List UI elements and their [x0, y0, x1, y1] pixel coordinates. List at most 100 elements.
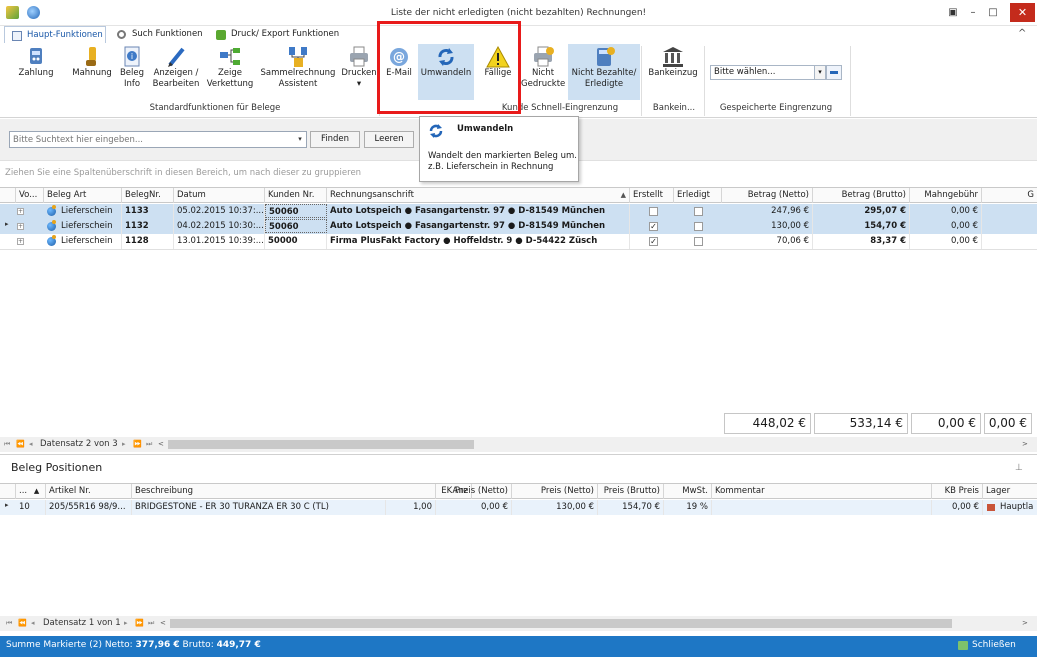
erledigt-checkbox[interactable] [694, 237, 703, 246]
current-row-icon: ▸ [5, 501, 9, 509]
column-header-kunden-nr[interactable]: Kunden Nr. [265, 188, 327, 203]
cell-kunden-nr[interactable]: 50060 [265, 204, 327, 218]
drucken-button[interactable]: Drucken ▾ [340, 44, 378, 100]
anzeigen-bearbeiten-button[interactable]: Anzeigen / Bearbeiten [150, 44, 202, 100]
tab-druck-export[interactable]: Druck/ Export Funktionen [209, 26, 345, 44]
next-page-icon[interactable]: ⏩ [133, 437, 142, 452]
tab-such-funktionen[interactable]: Such Funktionen [110, 26, 206, 44]
table-row[interactable]: + Lieferschein 1133 05.02.2015 10:37:...… [0, 204, 1037, 219]
prev-page-icon[interactable]: ⏪ [16, 437, 25, 452]
erstellt-checkbox[interactable] [649, 207, 658, 216]
finden-button[interactable]: Finden [310, 131, 360, 148]
table-row[interactable]: + Lieferschein 1128 13.01.2015 10:39:...… [0, 234, 1037, 249]
next-record-icon[interactable]: ▸ [122, 437, 126, 452]
column-header-g[interactable]: G [982, 188, 1037, 203]
column-header-betrag-netto[interactable]: Betrag (Netto) [722, 188, 813, 203]
sammelrechnung-assistent-button[interactable]: Sammelrechnung Assistent [258, 44, 338, 100]
table-row[interactable]: ▸ + Lieferschein 1132 04.02.2015 10:30:.… [0, 219, 1037, 234]
cell-betrag-netto: 70,06 € [722, 234, 813, 249]
tab-haupt-funktionen[interactable]: Haupt-Funktionen [4, 26, 106, 44]
group-caption-bank: Bankein... [652, 103, 696, 113]
chain-icon [218, 46, 242, 68]
column-header-rechnungsanschrift[interactable]: Rechnungsanschrift ▲ [327, 188, 630, 203]
erstellt-checkbox[interactable]: ✓ [649, 237, 658, 246]
column-header-lager[interactable]: Lager [983, 484, 1037, 499]
scroll-left-icon[interactable]: < [158, 437, 164, 452]
prev-record-icon[interactable]: ◂ [29, 437, 33, 452]
zeige-verkettung-button[interactable]: Zeige Verkettung [205, 44, 255, 100]
scroll-right-icon[interactable]: > [1022, 616, 1028, 631]
status-summary: Summe Markierte (2) Netto: 377,96 € Brut… [6, 640, 261, 650]
column-header-preis-brutto[interactable]: Preis (Brutto) [598, 484, 664, 499]
lieferschein-icon [47, 205, 56, 216]
pin-icon[interactable]: ⊥ [1015, 463, 1023, 473]
last-record-icon[interactable]: ⏭ [146, 437, 152, 452]
column-header-belegnr[interactable]: BelegNr. [122, 188, 174, 203]
svg-text:i: i [131, 52, 133, 61]
nicht-bezahlte-erledigte-button[interactable]: Nicht Bezahlte/ Erledigte [568, 44, 640, 100]
first-record-icon[interactable]: ⏮ [6, 616, 12, 631]
expand-icon[interactable]: + [17, 208, 24, 215]
group-separator [641, 46, 642, 116]
position-row[interactable]: ▸ 10 205/55R16 98/9... BRIDGESTONE - ER … [0, 500, 1037, 515]
tooltip-text: Wandelt den markierten Beleg um. z.B. Li… [428, 151, 577, 172]
erstellt-checkbox[interactable]: ✓ [649, 222, 658, 231]
leeren-button[interactable]: Leeren [364, 131, 414, 148]
tooltip-title: Umwandeln [457, 124, 514, 134]
cell-datum: 05.02.2015 10:37:... [174, 204, 265, 219]
close-window-button[interactable]: ✕ [1010, 3, 1035, 22]
column-header-erledigt[interactable]: Erledigt [674, 188, 722, 203]
column-header-artikel-nr[interactable]: Artikel Nr. [46, 484, 132, 499]
document-icon [12, 31, 22, 41]
scroll-left-icon[interactable]: < [160, 616, 166, 631]
column-header-betrag-brutto[interactable]: Betrag (Brutto) [813, 188, 910, 203]
expand-icon[interactable]: + [17, 238, 24, 245]
tooltip: Umwandeln Wandelt den markierten Beleg u… [419, 116, 579, 182]
status-bar: Summe Markierte (2) Netto: 377,96 € Brut… [0, 636, 1037, 657]
column-header-beleg-art[interactable]: Beleg Art [44, 188, 122, 203]
next-record-icon[interactable]: ▸ [124, 616, 128, 631]
column-header-vo[interactable]: Vo... [16, 188, 44, 203]
save-filter-button[interactable] [826, 65, 842, 80]
horizontal-scrollbar[interactable] [170, 619, 952, 628]
column-header-erstellt[interactable]: Erstellt [630, 188, 674, 203]
cell-beleg-art: Lieferschein [58, 204, 122, 219]
group-separator [850, 46, 851, 116]
chevron-down-icon[interactable]: ▾ [294, 132, 306, 147]
cell-beleg-art: Lieferschein [58, 234, 122, 249]
restore-icon[interactable]: ▣ [945, 6, 961, 19]
column-header-kb-preis[interactable]: KB Preis [932, 484, 983, 499]
cell-kunden-nr[interactable]: 50060 [265, 219, 327, 233]
column-header-mahngebuehr[interactable]: Mahngebühr [910, 188, 982, 203]
column-header-preis-netto[interactable]: Preis (Netto) [512, 484, 598, 499]
schliessen-button[interactable]: Schließen [972, 636, 1016, 655]
column-header-ek-preis[interactable]: EK Preis (Netto) [436, 484, 512, 499]
nicht-gedruckte-button[interactable]: Nicht Gedruckte [521, 44, 565, 100]
saved-filter-select[interactable]: Bitte wählen... ▾ [710, 65, 826, 80]
minimize-button[interactable]: – [965, 6, 981, 19]
first-record-icon[interactable]: ⏮ [4, 437, 10, 452]
search-input[interactable] [9, 131, 307, 148]
column-header-mwst[interactable]: MwSt. [664, 484, 712, 499]
column-header-kommentar[interactable]: Kommentar [712, 484, 932, 499]
tab-label: Such Funktionen [132, 29, 203, 39]
expand-icon[interactable]: + [17, 223, 24, 230]
prev-page-icon[interactable]: ⏪ [18, 616, 27, 631]
last-record-icon[interactable]: ⏭ [148, 616, 154, 631]
scroll-right-icon[interactable]: > [1022, 437, 1028, 452]
prev-record-icon[interactable]: ◂ [31, 616, 35, 631]
mahnung-button[interactable]: Mahnung [70, 44, 114, 100]
next-page-icon[interactable]: ⏩ [135, 616, 144, 631]
cell-betrag-brutto: 83,37 € [813, 234, 910, 249]
erledigt-checkbox[interactable] [694, 207, 703, 216]
column-header-datum[interactable]: Datum [174, 188, 265, 203]
column-header-beschreibung[interactable]: Beschreibung [132, 484, 436, 499]
beleg-info-button[interactable]: i Beleg Info [117, 44, 147, 100]
maximize-button[interactable]: □ [985, 6, 1001, 19]
bankeinzug-button[interactable]: Bankeinzug [645, 44, 701, 100]
erledigt-checkbox[interactable] [694, 222, 703, 231]
horizontal-scrollbar[interactable] [168, 440, 474, 449]
column-header-pos[interactable]: ... ▲ [16, 484, 46, 499]
zahlung-button[interactable]: Zahlung [14, 44, 58, 100]
collapse-ribbon-icon[interactable]: ^ [1018, 28, 1026, 39]
